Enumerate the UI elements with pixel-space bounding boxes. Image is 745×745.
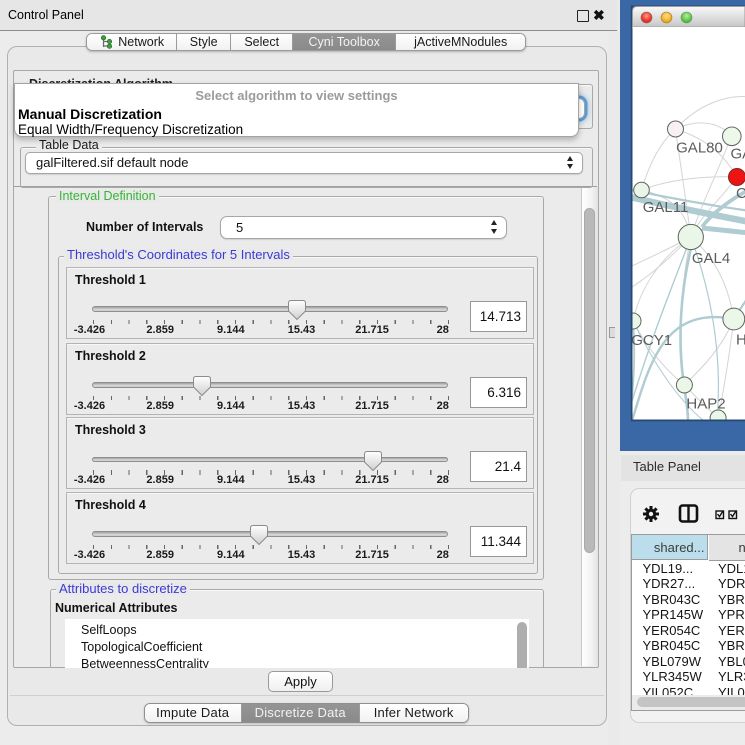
svg-text:GAL80: GAL80	[676, 140, 723, 157]
svg-text:CD: CD	[736, 185, 745, 202]
svg-text:GAL4: GAL4	[692, 250, 730, 267]
svg-text:HAP2: HAP2	[686, 396, 725, 413]
svg-text:HI: HI	[736, 332, 745, 349]
svg-text:GAL11: GAL11	[643, 199, 689, 216]
svg-text:GA: GA	[731, 146, 745, 163]
svg-text:GCY1: GCY1	[631, 332, 672, 349]
